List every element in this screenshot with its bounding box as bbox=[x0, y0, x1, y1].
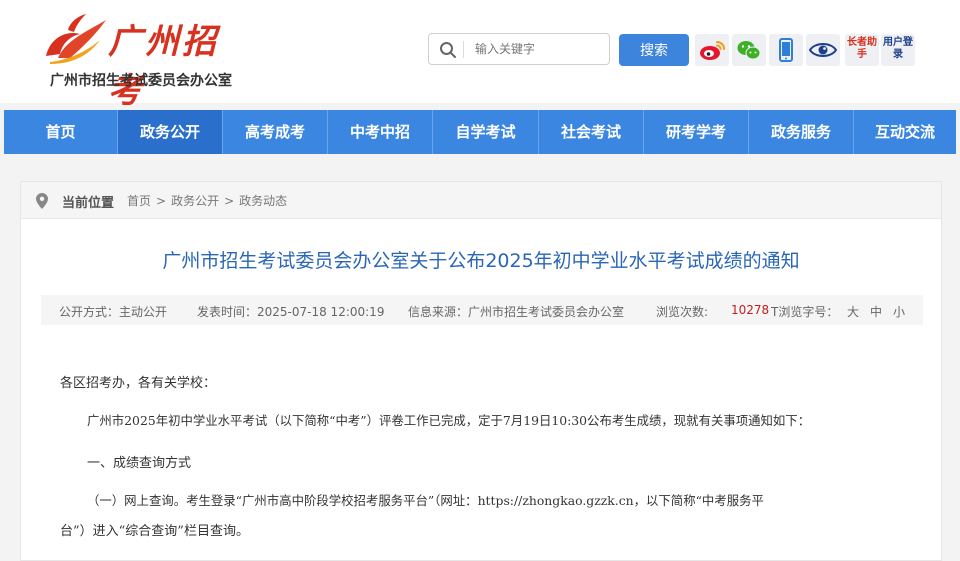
breadcrumb-home[interactable]: 首页 bbox=[127, 194, 151, 208]
search-box bbox=[428, 33, 610, 65]
meta-publish-time: 发表时间：2025-07-18 12:00:19 bbox=[197, 305, 385, 319]
nav-item-social-exam[interactable]: 社会考试 bbox=[539, 110, 644, 154]
location-pin-icon bbox=[36, 193, 48, 209]
user-login-label: 用户登录 bbox=[883, 37, 913, 60]
flame-logo-icon bbox=[46, 14, 106, 64]
search-divider bbox=[463, 41, 464, 58]
meta-font-size-label: T浏览字号： bbox=[771, 305, 839, 319]
nav-item-self-study-exam[interactable]: 自学考试 bbox=[433, 110, 539, 154]
mobile-icon bbox=[779, 38, 793, 62]
nav-item-government-affairs[interactable]: 政务公开 bbox=[118, 110, 223, 154]
breadcrumb-news[interactable]: 政务动态 bbox=[239, 194, 287, 208]
nav-item-interaction[interactable]: 互动交流 bbox=[854, 110, 956, 154]
breadcrumb-label: 当前位置 bbox=[62, 196, 115, 211]
article-paragraph: （一）网上查询。考生登录“广州市高中阶段学校招考服务平台”（网址：https:/… bbox=[87, 493, 764, 508]
meta-views-count: 10278 bbox=[731, 303, 770, 317]
mobile-link[interactable] bbox=[769, 34, 803, 66]
user-login-link[interactable]: 用户登录 bbox=[881, 34, 915, 66]
search-icon bbox=[440, 42, 456, 58]
wechat-link[interactable] bbox=[732, 34, 766, 66]
main-nav: 首页 政务公开 高考成考 中考中招 自学考试 社会考试 研考学考 政务服务 互动… bbox=[4, 110, 956, 154]
font-size-small[interactable]: 小 bbox=[893, 303, 905, 320]
search-input[interactable] bbox=[475, 39, 601, 59]
weibo-icon bbox=[700, 41, 725, 60]
site-logo[interactable]: 广州招考 广州市招生考试委员会办公室 bbox=[40, 8, 240, 111]
breadcrumb-government-affairs[interactable]: 政务公开 bbox=[171, 194, 219, 208]
meta-views-label: 浏览次数: bbox=[656, 305, 709, 319]
article-paragraph: 广州市2025年初中学业水平考试（以下简称“中考”）评卷工作已完成，定于7月19… bbox=[87, 413, 811, 428]
logo-wordmark: 广州招考 bbox=[108, 22, 219, 111]
search-button[interactable]: 搜索 bbox=[619, 34, 689, 66]
eye-icon bbox=[808, 43, 838, 57]
breadcrumb: 当前位置 首页 > 政务公开 > 政务动态 bbox=[21, 182, 941, 219]
article-meta: 公开方式：主动公开 发表时间：2025-07-18 12:00:19 信息来源：… bbox=[41, 295, 923, 325]
font-size-large[interactable]: 大 bbox=[847, 303, 859, 320]
accessibility-link[interactable] bbox=[806, 34, 840, 66]
meta-source: 信息来源：广州市招生考试委员会办公室 bbox=[408, 305, 625, 319]
breadcrumb-trail: 首页 > 政务公开 > 政务动态 bbox=[127, 192, 287, 209]
weibo-link[interactable] bbox=[695, 34, 729, 66]
article-section-heading: 一、成绩查询方式 bbox=[87, 456, 192, 471]
site-name: 广州市招生考试委员会办公室 bbox=[50, 73, 232, 89]
article-salutation: 各区招考办，各有关学校： bbox=[60, 376, 217, 391]
nav-item-home[interactable]: 首页 bbox=[4, 110, 118, 154]
wechat-icon bbox=[737, 41, 761, 60]
elder-assistant-label: 长者助手 bbox=[847, 37, 877, 60]
article-paragraph: 台”）进入“综合查询”栏目查询。 bbox=[60, 524, 249, 539]
site-header: 广州招考 广州市招生考试委员会办公室 搜索 bbox=[0, 0, 960, 111]
font-size-medium[interactable]: 中 bbox=[870, 303, 882, 320]
article-panel: 当前位置 首页 > 政务公开 > 政务动态 广州市招生考试委员会办公室关于公布2025年… bbox=[20, 181, 942, 561]
nav-item-services[interactable]: 政务服务 bbox=[749, 110, 854, 154]
elder-assistant-link[interactable]: 长者助手 bbox=[845, 34, 879, 66]
nav-item-zhongkao[interactable]: 中考中招 bbox=[328, 110, 433, 154]
article-title: 广州市招生考试委员会办公室关于公布2025年初中学业水平考试成绩的通知 bbox=[162, 250, 800, 272]
nav-item-postgrad-exam[interactable]: 研考学考 bbox=[644, 110, 749, 154]
meta-open-way: 公开方式：主动公开 bbox=[59, 305, 168, 319]
breadcrumb-separator: > bbox=[224, 194, 235, 208]
nav-item-gaokao[interactable]: 高考成考 bbox=[223, 110, 328, 154]
breadcrumb-separator: > bbox=[156, 194, 167, 208]
